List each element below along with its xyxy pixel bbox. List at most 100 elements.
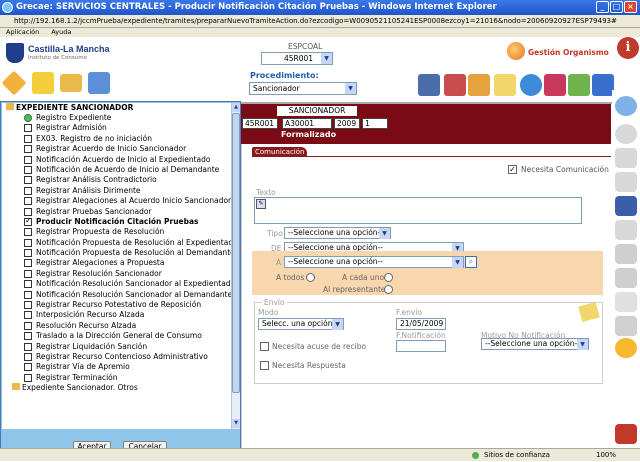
tree-item-checkbox[interactable] — [24, 155, 32, 164]
procedimiento-select[interactable]: Sancionador ▼ — [249, 82, 357, 95]
scroll-up-icon[interactable]: ▲ — [232, 103, 240, 112]
gestion-organismo-link[interactable]: Gestión Organismo — [528, 48, 609, 57]
tree-item-checkbox[interactable] — [24, 165, 32, 174]
tree-item[interactable]: Registro Expediente — [2, 113, 231, 123]
address-bar[interactable]: http://192.168.1.2/jccmPrueba/expediente… — [0, 15, 640, 28]
copy-icon[interactable] — [615, 172, 637, 192]
tree-folder-otros[interactable]: Expediente Sancionador. Otros — [2, 383, 231, 393]
tree-item-checkbox[interactable] — [24, 269, 32, 278]
document-icon[interactable] — [615, 148, 637, 168]
tree-item-checkbox[interactable] — [24, 207, 32, 216]
tree-item[interactable]: Registrar Recurso Contencioso Administra… — [2, 352, 231, 362]
modo-select[interactable]: Selecc. una opción ▼ — [258, 318, 344, 330]
tools-icon[interactable] — [568, 74, 590, 96]
tree-item[interactable]: EX03. Registro de no iniciación — [2, 134, 231, 144]
close-button[interactable]: × — [624, 1, 637, 13]
book-icon[interactable] — [88, 72, 110, 94]
tree-item[interactable]: Producir Notificación Citación Pruebas — [2, 216, 231, 227]
tree-item[interactable]: Registrar Pruebas Sancionador — [2, 207, 231, 217]
tree-item[interactable]: Notificación de Acuerdo de Inicio al Dem… — [2, 165, 231, 175]
tree-item-checkbox[interactable] — [24, 342, 32, 351]
tree-item[interactable]: Registrar Liquidación Sanción — [2, 342, 231, 352]
texto-textarea[interactable] — [254, 197, 582, 224]
tree-item-checkbox[interactable] — [24, 176, 32, 185]
al-representante-radio[interactable] — [384, 285, 393, 294]
fnotificacion-input[interactable] — [396, 340, 446, 352]
tree-item-checkbox[interactable] — [24, 332, 32, 341]
chevron-down-icon[interactable]: ▼ — [577, 339, 588, 350]
info-icon[interactable]: i — [617, 37, 639, 59]
tree-item-checkbox[interactable] — [24, 114, 32, 122]
acuse-recibo-checkbox[interactable] — [260, 342, 269, 351]
scroll-thumb[interactable] — [232, 113, 240, 393]
tree-scrollbar[interactable]: ▲ ▼ — [231, 103, 240, 429]
tree-item[interactable]: Registrar Acuerdo de Inicio Sancionador — [2, 144, 231, 154]
tree-item-checkbox[interactable] — [24, 197, 32, 206]
magnifier-icon[interactable] — [615, 96, 637, 116]
computer-icon[interactable] — [418, 74, 440, 96]
tree-item-checkbox[interactable] — [24, 352, 32, 361]
a-todos-radio[interactable] — [306, 273, 315, 282]
tree-item[interactable]: Resolución Recurso Alzada — [2, 321, 231, 331]
tree-item[interactable]: Registrar Admisión — [2, 123, 231, 133]
calendar-icon[interactable] — [592, 74, 614, 96]
tree-item-checkbox[interactable] — [24, 259, 32, 268]
tree-item-checkbox[interactable] — [24, 124, 32, 133]
tree-item-checkbox[interactable] — [24, 228, 32, 237]
tree-item-checkbox[interactable] — [24, 373, 32, 382]
chevron-down-icon[interactable]: ▼ — [332, 319, 343, 330]
tree-item[interactable]: Registrar Recurso Potestativo de Reposic… — [2, 300, 231, 310]
necesita-comunicacion-checkbox[interactable]: ✓ — [508, 165, 517, 174]
tree-item[interactable]: Registrar Análisis Contradictorio — [2, 175, 231, 185]
maximize-button[interactable]: □ — [610, 1, 623, 13]
folder-star-icon[interactable] — [32, 72, 54, 94]
chevron-down-icon[interactable]: ▼ — [345, 83, 356, 94]
tree-item-checkbox[interactable] — [24, 145, 32, 154]
tree-item[interactable]: Registrar Alegaciones al Acuerdo Inicio … — [2, 196, 231, 206]
edit-text-icon[interactable]: ✎ — [256, 199, 266, 209]
chevron-down-icon[interactable]: ▼ — [379, 228, 390, 239]
menu-ayuda[interactable]: Ayuda — [51, 28, 71, 36]
globe-icon[interactable] — [520, 74, 542, 96]
bell-icon[interactable] — [468, 74, 490, 96]
printer-icon[interactable] — [615, 316, 637, 336]
tree-item[interactable]: Registrar Vía de Apremio — [2, 362, 231, 372]
tipo-select[interactable]: --Seleccione una opción-- ▼ — [284, 227, 391, 239]
tree-item-checkbox[interactable] — [24, 321, 32, 330]
tree-item-checkbox[interactable] — [24, 301, 32, 310]
necesita-respuesta-checkbox[interactable] — [260, 361, 269, 370]
tree-item-checkbox[interactable] — [24, 238, 32, 247]
tree-item[interactable]: Registrar Terminación — [2, 373, 231, 383]
tree-item-checkbox[interactable] — [24, 363, 32, 372]
zoom-level[interactable]: 100% — [596, 449, 616, 462]
tree-item[interactable]: Registrar Propuesta de Resolución — [2, 227, 231, 237]
list-icon[interactable] — [615, 292, 637, 312]
folder-icon[interactable] — [60, 74, 82, 92]
espcoal-select[interactable]: 45R001 ▼ — [261, 52, 333, 65]
motivo-select[interactable]: --Seleccione una opción-- ▼ — [481, 338, 589, 350]
tree-item-checkbox[interactable] — [24, 280, 32, 289]
tree-item[interactable]: Notificación Propuesta de Resolución al … — [2, 248, 231, 258]
tree-item[interactable]: Registrar Alegaciones a Propuesta — [2, 258, 231, 268]
tree-item[interactable]: Registrar Resolución Sancionador — [2, 269, 231, 279]
tool-icon[interactable] — [615, 268, 637, 288]
menu-aplicacion[interactable]: Aplicación — [6, 28, 39, 36]
tree-item[interactable]: Notificación Propuesta de Resolución al … — [2, 238, 231, 248]
tree-item-checkbox[interactable] — [24, 134, 32, 143]
tree-item-checkbox[interactable] — [24, 290, 32, 299]
gestion-organismo-icon[interactable] — [507, 42, 525, 60]
chevron-down-icon[interactable]: ▼ — [452, 257, 463, 268]
a-cada-uno-radio[interactable] — [384, 273, 393, 282]
tree-item[interactable]: Notificación Resolución Sancionador al E… — [2, 279, 231, 289]
tree-item[interactable]: Registrar Análisis Dirimente — [2, 186, 231, 196]
chevron-down-icon[interactable]: ▼ — [321, 53, 332, 64]
tree-item[interactable]: Traslado a la Dirección General de Consu… — [2, 331, 231, 341]
save-icon[interactable] — [615, 196, 637, 216]
tree-item-checkbox[interactable] — [24, 186, 32, 195]
back-icon[interactable] — [615, 124, 637, 144]
fenvio-input[interactable]: 21/05/2009 — [396, 318, 446, 330]
exit-icon[interactable] — [615, 424, 637, 444]
tree-item-checkbox[interactable] — [24, 311, 32, 320]
settings-icon[interactable] — [615, 338, 637, 358]
tree-item[interactable]: Notificación Acuerdo de Inicio al Expedi… — [2, 155, 231, 165]
